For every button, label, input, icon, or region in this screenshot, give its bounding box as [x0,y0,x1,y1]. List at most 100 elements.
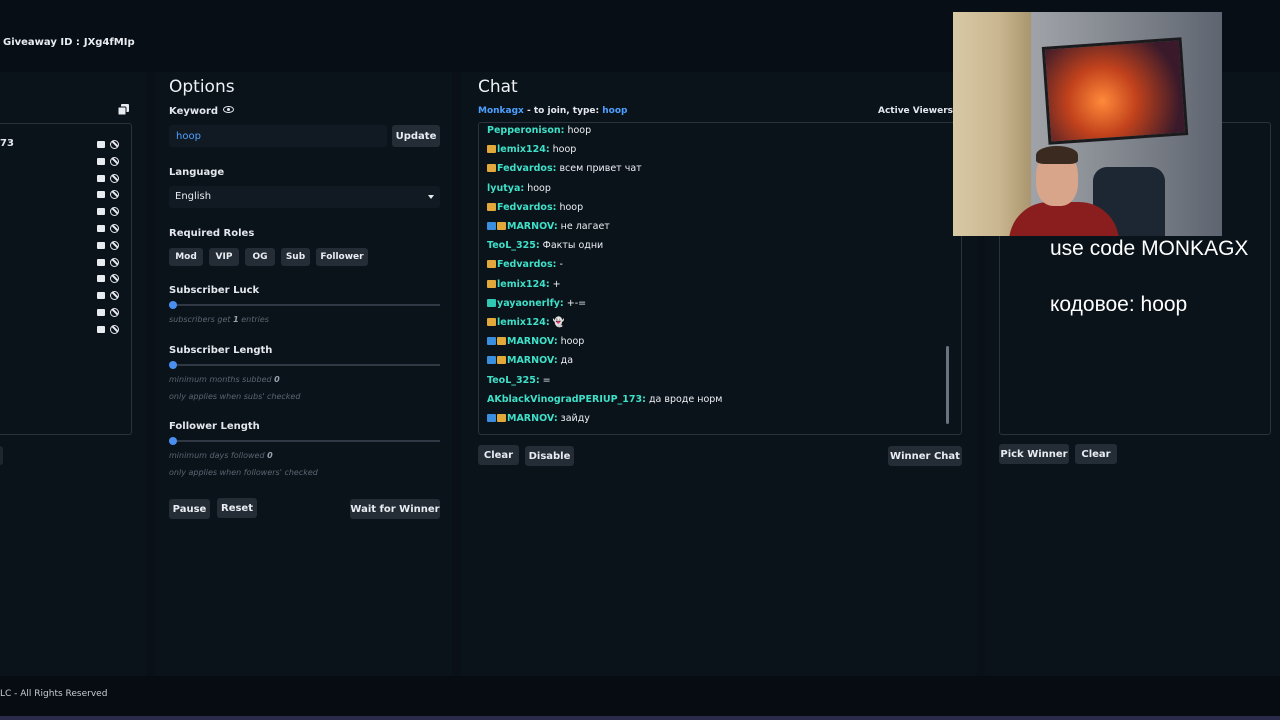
chat-username[interactable]: TeoL_325: [487,240,540,251]
slider-thumb[interactable] [169,361,177,369]
chat-username[interactable]: Fedvardos: [497,259,556,270]
checkbox-icon[interactable] [97,174,105,182]
role-og-button[interactable]: OG [245,248,275,266]
chat-text: 👻 [552,317,565,328]
channel-name[interactable]: Monkagx [478,106,524,116]
checkbox-icon[interactable] [97,157,105,165]
checkbox-icon[interactable] [97,275,105,283]
chat-username[interactable]: lemix124: [497,317,550,328]
update-button[interactable]: Update [392,125,440,147]
keyword-input[interactable] [169,125,387,147]
ban-icon[interactable] [110,240,119,250]
chat-username[interactable]: Pepperonison: [487,125,564,136]
chat-username[interactable]: Fedvardos: [497,202,556,213]
chat-clear-button[interactable]: Clear [478,445,519,465]
follower-length-slider[interactable] [169,436,440,446]
ban-icon[interactable] [110,140,119,149]
chat-join-info: Monkagx - to join, type: hoop [478,106,627,116]
options-title: Options [169,77,235,97]
ban-icon[interactable] [110,224,119,233]
ban-icon[interactable] [110,173,119,183]
role-follower-button[interactable]: Follower [316,248,368,266]
winner-chat-button[interactable]: Winner Chat [888,446,962,466]
chat-message: Fedvardos: - [487,259,563,270]
blue-badge-icon [487,337,496,346]
gold-badge-icon [497,414,506,422]
language-select[interactable]: English [169,186,440,208]
wait-for-winner-button[interactable]: Wait for Winner [350,499,440,519]
language-label: Language [169,167,225,178]
chat-username[interactable]: lemix124: [497,144,550,155]
ban-icon[interactable] [110,257,119,267]
required-roles-label: Required Roles [169,228,255,239]
checkbox-icon[interactable] [97,309,105,316]
blue-badge-icon [487,356,496,365]
subscriber-length-hint-2: only applies when subs' checked [169,392,301,401]
subscriber-length-slider[interactable] [169,360,440,370]
role-vip-button[interactable]: VIP [209,248,239,266]
ban-icon[interactable] [110,274,119,284]
chat-message: TeoL_325: = [487,375,551,386]
ban-icon[interactable] [110,156,119,166]
webcam-picture [1041,37,1189,145]
ban-icon[interactable] [110,291,119,301]
slider-thumb[interactable] [169,301,177,309]
chat-username[interactable]: AKblackVinogradPERIUP_173: [487,394,646,405]
gold-badge-icon [487,279,496,288]
chat-message: MARNOV: да [487,355,573,366]
chat-username[interactable]: MARNOV: [507,336,558,347]
role-mod-button[interactable]: Mod [169,248,203,266]
chat-username[interactable]: lyutya: [487,183,524,194]
reset-button[interactable]: Reset [217,498,257,518]
checkbox-icon[interactable] [97,208,105,216]
checkbox-icon[interactable] [97,325,105,333]
ban-icon[interactable] [110,308,119,317]
pause-button[interactable]: Pause [169,499,210,519]
keyword-label: Keyword [169,106,219,117]
chat-text: - [559,259,563,271]
entry-row-actions [97,173,121,185]
eye-icon[interactable] [223,106,234,113]
checkbox-icon[interactable] [97,292,105,300]
subscriber-luck-slider[interactable] [169,300,440,310]
chat-message: TeoL_325: Факты одни [487,240,603,251]
chat-username[interactable]: Fedvardos: [497,163,556,174]
slider-track [169,304,440,306]
checkbox-icon[interactable] [97,141,105,148]
giveaway-id-label: Giveaway ID : [3,37,80,48]
checkbox-icon[interactable] [97,258,105,266]
chevron-down-icon [428,195,434,199]
ban-icon[interactable] [110,190,119,200]
ban-icon[interactable] [110,207,119,217]
chat-log[interactable]: Pepperonison: hoop lemix124: hoop Fedvardo… [478,122,962,435]
blue-badge-icon [487,414,496,422]
chat-username[interactable]: MARNOV: [507,355,558,366]
chat-username[interactable]: MARNOV: [507,413,558,424]
copy-icon[interactable] [118,104,129,115]
chat-scrollbar[interactable] [946,346,949,424]
pick-winner-button[interactable]: Pick Winner [999,444,1069,464]
chat-disable-button[interactable]: Disable [525,446,574,466]
chat-message: yayaonerlfy: +-= [487,298,586,309]
ban-icon[interactable] [110,324,119,334]
entry-row-actions [97,324,121,336]
checkbox-icon[interactable] [97,191,105,199]
role-sub-button[interactable]: Sub [281,248,310,266]
chat-username[interactable]: yayaonerlfy: [497,298,564,309]
options-column [155,72,452,676]
chat-username[interactable]: MARNOV: [507,221,558,232]
chat-username[interactable]: TeoL_325: [487,375,540,386]
chat-username[interactable]: lemix124: [497,279,550,290]
left-button-stub[interactable] [0,446,3,465]
slider-thumb[interactable] [169,437,177,445]
checkbox-icon[interactable] [97,241,105,249]
chat-text: hoop [552,144,577,156]
entry-row-actions [97,307,121,319]
webcam-person-hair [1036,146,1078,164]
webcam-curtain [953,12,1031,236]
winner-clear-button[interactable]: Clear [1075,444,1117,464]
chat-text: всем привет чат [559,163,642,175]
checkbox-icon[interactable] [97,225,105,232]
gold-badge-icon [487,202,496,211]
overlay-keyword-line: кодовое: hoop [1050,293,1188,316]
